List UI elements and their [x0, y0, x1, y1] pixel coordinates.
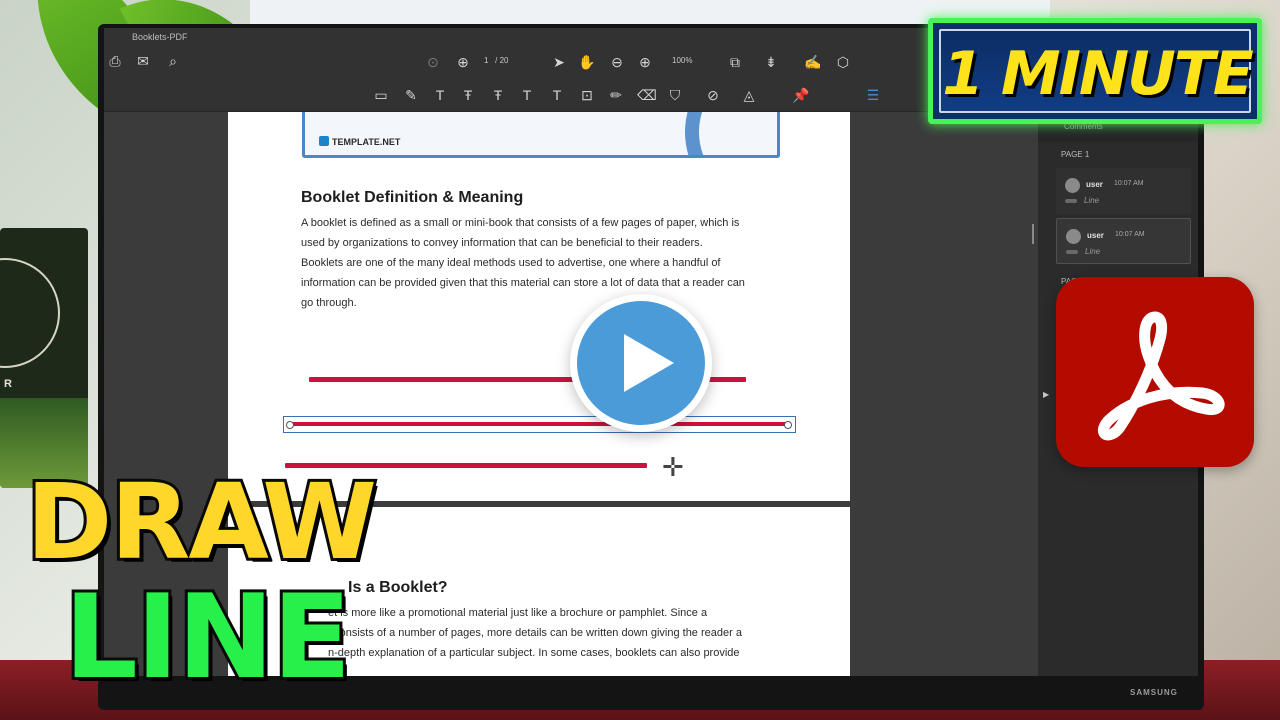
duration-badge-text: 1 MINUTE	[942, 39, 1254, 109]
calendar-prop: R	[0, 228, 88, 488]
line-end-handle[interactable]	[784, 421, 792, 429]
paragraph-line: t consists of a number of pages, more de…	[328, 627, 742, 639]
text-replace-icon[interactable]: Ŧ	[489, 86, 507, 104]
email-icon[interactable]: ✉	[134, 52, 152, 70]
line-start-handle[interactable]	[286, 421, 294, 429]
title-line: LINE	[61, 570, 354, 705]
pdf-page-1[interactable]: TEMPLATE.NET Booklet Definition & Meanin…	[228, 112, 850, 501]
comment-item[interactable]: user 10:07 AM Line	[1056, 168, 1191, 214]
comment-item[interactable]: user 10:07 AM Line	[1056, 218, 1191, 264]
calendar-ring	[0, 258, 60, 368]
page-total: / 20	[495, 56, 509, 65]
drawn-line-annotation[interactable]	[291, 422, 786, 426]
page-indicator[interactable]: 1 / 20	[484, 56, 508, 65]
monitor-brand: SAMSUNG	[1130, 688, 1178, 697]
paragraph-line: used by organizations to convey informat…	[301, 237, 703, 249]
template-logo-text: TEMPLATE.NET	[332, 137, 401, 147]
play-button[interactable]	[570, 294, 712, 432]
paragraph-line: A booklet is defined as a small or mini-…	[301, 217, 740, 229]
fit-page-icon[interactable]: ⧉	[726, 53, 744, 71]
header-image-arc	[685, 112, 777, 155]
template-logo: TEMPLATE.NET	[319, 136, 400, 147]
text-box-icon[interactable]: ⊡	[578, 86, 596, 104]
acrobat-logo-graphic	[1097, 311, 1225, 441]
duration-badge-inner: 1 MINUTE	[939, 29, 1254, 113]
text-insert-icon[interactable]: T	[518, 86, 536, 104]
paragraph-line: et is more like a promotional material j…	[328, 607, 708, 619]
prev-page-icon[interactable]: ⊙	[424, 53, 442, 71]
pencil-icon[interactable]: ✎	[402, 86, 420, 104]
stamp-tool-icon[interactable]: ⛉	[666, 86, 684, 104]
zoom-dropdown[interactable]: 100%	[672, 56, 692, 65]
scrollbar-thumb[interactable]	[1032, 224, 1034, 244]
shapes-icon[interactable]: ◬	[740, 86, 758, 104]
comment-user: user	[1087, 231, 1104, 240]
collapse-panel-icon[interactable]: ▶	[1043, 390, 1049, 399]
sticky-note-icon[interactable]: ▭	[372, 86, 390, 104]
next-page-icon[interactable]: ⊕	[454, 53, 472, 71]
line-icon	[1066, 250, 1078, 254]
zoom-in-icon[interactable]: ⊕	[636, 53, 654, 71]
duration-badge: 1 MINUTE	[928, 18, 1262, 124]
acrobat-logo-icon	[1056, 277, 1254, 467]
text-strike-icon[interactable]: Ŧ	[459, 86, 477, 104]
select-tool-icon[interactable]: ➤	[550, 53, 568, 71]
scroll-mode-icon[interactable]: ⇟	[762, 53, 780, 71]
add-text-icon[interactable]: T	[548, 86, 566, 104]
comment-time: 10:07 AM	[1115, 231, 1145, 238]
calendar-text: R	[4, 378, 14, 390]
comment-kind: Line	[1084, 196, 1100, 205]
search-icon[interactable]: ⌕	[164, 52, 182, 70]
avatar	[1065, 178, 1080, 193]
paragraph-line: n-depth explanation of a particular subj…	[328, 647, 740, 659]
comment-kind: Line	[1085, 247, 1101, 256]
template-logo-icon	[319, 136, 329, 146]
comments-page-label: PAGE 1	[1061, 150, 1090, 159]
crosshair-cursor-icon: ✛	[662, 452, 684, 482]
zoom-out-icon[interactable]: ⊖	[608, 53, 626, 71]
paragraph-line: go through.	[301, 297, 357, 309]
page-current[interactable]: 1	[484, 56, 488, 65]
avatar	[1066, 229, 1081, 244]
title-draw: DRAW	[23, 461, 380, 583]
section-heading: Booklet Definition & Meaning	[301, 189, 524, 206]
paragraph-line: Booklets are one of the many ideal metho…	[301, 257, 721, 269]
paragraph-line: information can be provided given that t…	[301, 277, 745, 289]
attach-icon[interactable]: ⊘	[704, 86, 722, 104]
header-image: TEMPLATE.NET	[302, 112, 780, 158]
play-icon	[624, 334, 674, 392]
eraser-icon[interactable]: ⌫	[637, 86, 657, 104]
pin-icon[interactable]: 📌	[792, 86, 810, 104]
comment-time: 10:07 AM	[1114, 180, 1144, 187]
comment-user: user	[1086, 180, 1103, 189]
draw-icon[interactable]: ✏	[607, 86, 625, 104]
selected-line-annotation[interactable]	[283, 416, 796, 433]
line-icon	[1065, 199, 1077, 203]
print-icon[interactable]: ⎙	[106, 52, 124, 70]
text-highlight-icon[interactable]: T	[431, 86, 449, 104]
line-width-icon[interactable]: ☰	[864, 86, 882, 104]
hand-tool-icon[interactable]: ✋	[578, 53, 596, 71]
sign-icon[interactable]: ✍	[804, 53, 822, 71]
window-title: Booklets-PDF	[132, 32, 188, 42]
stamp-icon[interactable]: ⬡	[834, 53, 852, 71]
